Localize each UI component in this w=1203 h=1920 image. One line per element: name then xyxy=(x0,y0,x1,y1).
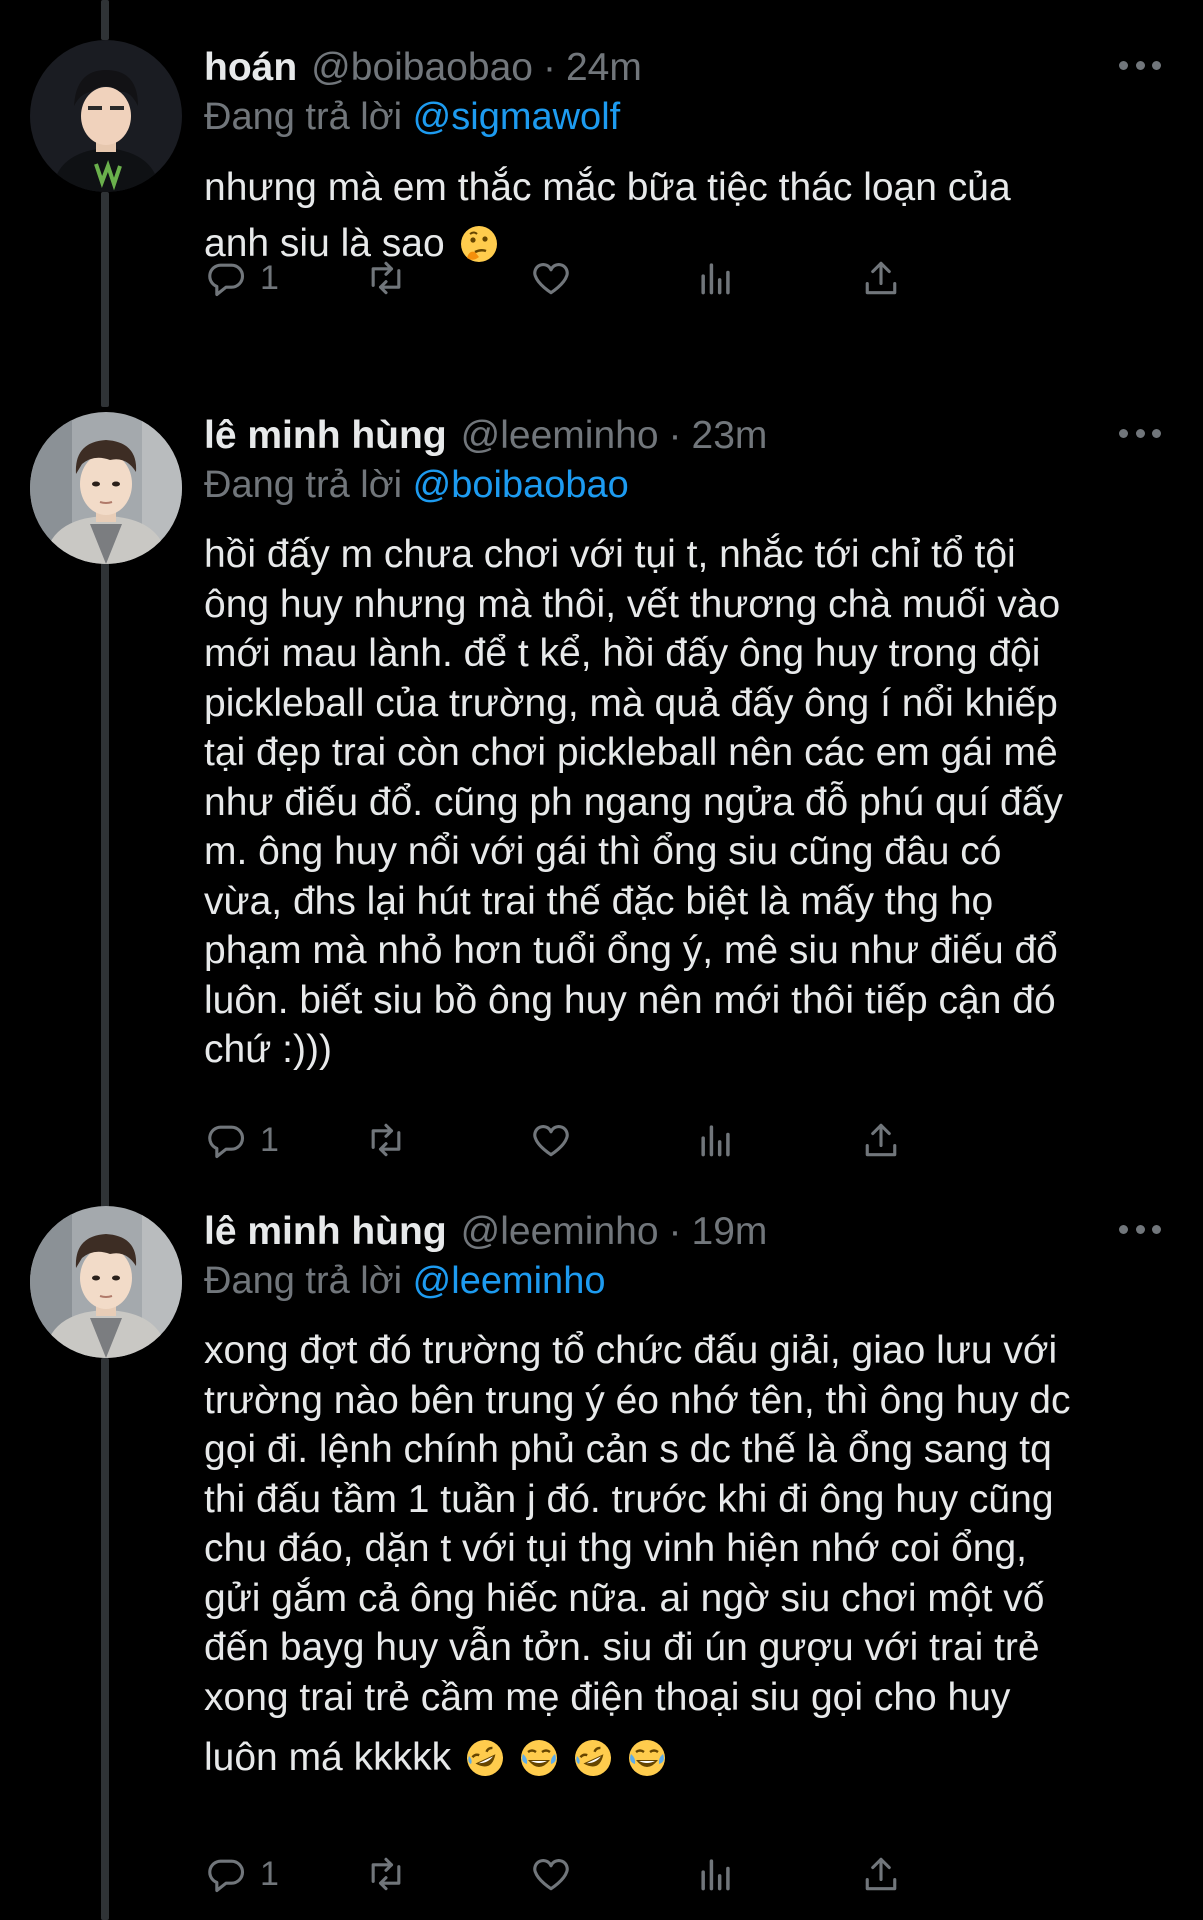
reply-count: 1 xyxy=(260,1854,279,1893)
tweet-text: luôn má kkkkk xyxy=(204,1736,452,1779)
username[interactable]: @leeminho xyxy=(461,1210,659,1254)
more-icon[interactable] xyxy=(1119,418,1161,448)
share-icon xyxy=(859,1852,903,1896)
share-icon xyxy=(859,256,903,300)
retweet-button[interactable] xyxy=(364,250,408,306)
joy-emoji xyxy=(627,1738,667,1778)
retweet-button[interactable] xyxy=(364,1846,408,1902)
share-button[interactable] xyxy=(859,1112,903,1168)
timestamp[interactable]: 19m xyxy=(692,1210,768,1254)
mention-link[interactable]: @boibaobao xyxy=(413,464,629,506)
display-name[interactable]: lê minh hùng xyxy=(204,1210,447,1254)
retweet-icon xyxy=(364,256,408,300)
tweet-text: nhưng mà em thắc mắc bữa tiệc thác loạn … xyxy=(204,166,1011,209)
views-icon xyxy=(694,256,738,300)
tweet-text: hồi đấy m chưa chơi với tụi t, nhắc tới … xyxy=(204,533,1063,1071)
reply-button[interactable]: 1 xyxy=(204,1112,279,1168)
separator-dot: · xyxy=(542,46,556,89)
like-button[interactable] xyxy=(529,250,573,306)
reply-icon xyxy=(204,256,248,300)
like-icon xyxy=(529,1118,573,1162)
reply-icon xyxy=(204,1852,248,1896)
display-name[interactable]: lê minh hùng xyxy=(204,414,447,458)
avatar[interactable] xyxy=(30,40,182,192)
tweet-actions: 1 xyxy=(204,250,1064,306)
username[interactable]: @boibaobao xyxy=(311,46,533,90)
more-icon[interactable] xyxy=(1119,50,1161,80)
display-name[interactable]: hoán xyxy=(204,46,297,90)
share-button[interactable] xyxy=(859,250,903,306)
retweet-icon xyxy=(364,1118,408,1162)
reply-button[interactable]: 1 xyxy=(204,1846,279,1902)
tweet-actions: 1 xyxy=(204,1112,1064,1168)
like-icon xyxy=(529,1852,573,1896)
views-icon xyxy=(694,1118,738,1162)
replying-to-label: Đang trả lời xyxy=(204,464,403,506)
timestamp[interactable]: 24m xyxy=(566,46,642,90)
reply-button[interactable]: 1 xyxy=(204,250,279,306)
retweet-button[interactable] xyxy=(364,1112,408,1168)
share-icon xyxy=(859,1118,903,1162)
mention-link[interactable]: @leeminho xyxy=(413,1260,606,1302)
tweet[interactable]: lê minh hùng @leeminho · 19m Đang trả lờ… xyxy=(0,1202,1203,1920)
avatar[interactable] xyxy=(30,1206,182,1358)
replying-to: Đang trả lời @sigmawolf xyxy=(204,96,620,139)
like-button[interactable] xyxy=(529,1112,573,1168)
rofl-emoji xyxy=(573,1738,613,1778)
replying-to: Đang trả lời @boibaobao xyxy=(204,464,629,507)
like-button[interactable] xyxy=(529,1846,573,1902)
replying-to-label: Đang trả lời xyxy=(204,1260,403,1302)
timestamp[interactable]: 23m xyxy=(692,414,768,458)
share-button[interactable] xyxy=(859,1846,903,1902)
tweet-header: hoán @boibaobao · 24m xyxy=(204,38,642,98)
views-button[interactable] xyxy=(694,250,738,306)
reply-count: 1 xyxy=(260,258,279,297)
views-button[interactable] xyxy=(694,1846,738,1902)
tweet-text-last-line: luôn má kkkkk xyxy=(204,1730,667,1786)
retweet-icon xyxy=(364,1852,408,1896)
reply-icon xyxy=(204,1118,248,1162)
rofl-emoji xyxy=(465,1738,505,1778)
replying-to: Đang trả lời @leeminho xyxy=(204,1260,605,1303)
tweet[interactable]: hoán @boibaobao · 24m Đang trả lời @sigm… xyxy=(0,38,1203,378)
tweet-text: xong đợt đó trường tổ chức đấu giải, gia… xyxy=(204,1329,1071,1719)
tweet-header: lê minh hùng @leeminho · 23m xyxy=(204,406,767,466)
more-icon[interactable] xyxy=(1119,1214,1161,1244)
like-icon xyxy=(529,256,573,300)
views-icon xyxy=(694,1852,738,1896)
joy-emoji xyxy=(519,1738,559,1778)
tweet[interactable]: lê minh hùng @leeminho · 23m Đang trả lờ… xyxy=(0,406,1203,1196)
tweet-actions: 1 xyxy=(204,1846,1064,1902)
mention-link[interactable]: @sigmawolf xyxy=(413,96,621,138)
views-button[interactable] xyxy=(694,1112,738,1168)
username[interactable]: @leeminho xyxy=(461,414,659,458)
avatar[interactable] xyxy=(30,412,182,564)
separator-dot: · xyxy=(668,1210,682,1253)
separator-dot: · xyxy=(668,414,682,457)
replying-to-label: Đang trả lời xyxy=(204,96,403,138)
thread-line-top xyxy=(101,0,109,40)
reply-count: 1 xyxy=(260,1120,279,1159)
tweet-header: lê minh hùng @leeminho · 19m xyxy=(204,1202,767,1262)
